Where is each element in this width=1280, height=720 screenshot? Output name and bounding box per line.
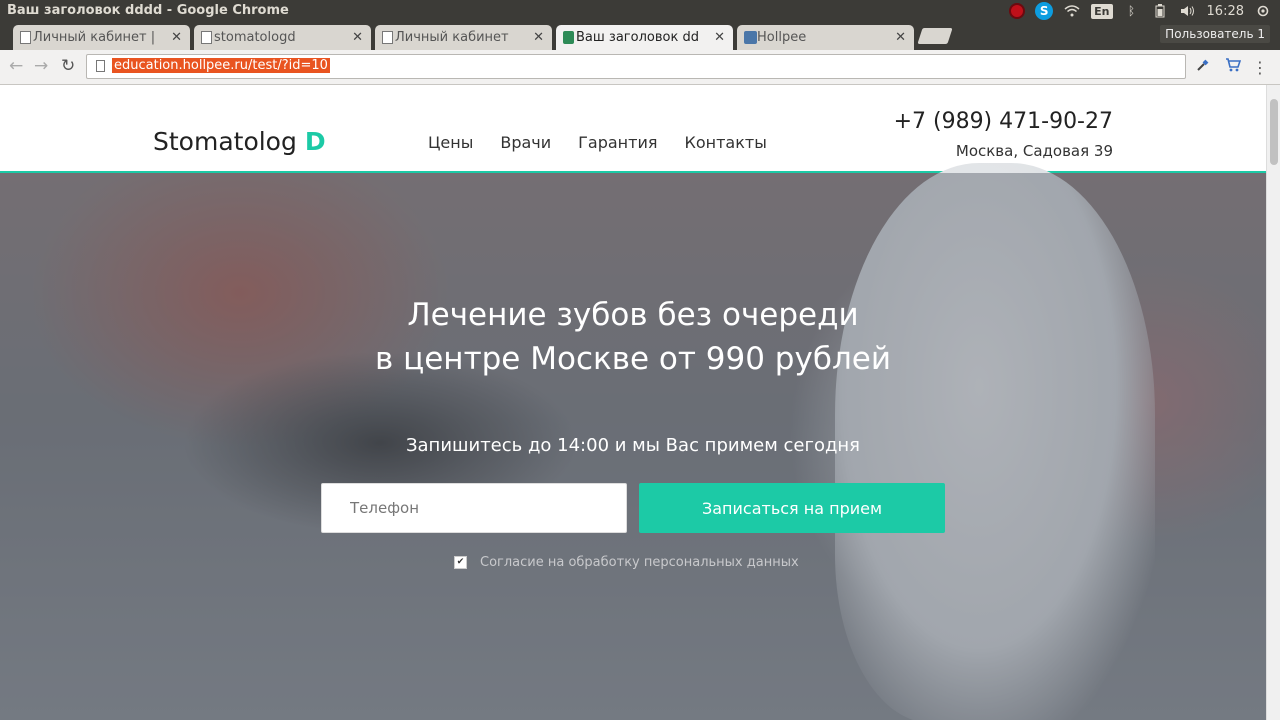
clock[interactable]: 16:28 (1207, 4, 1244, 19)
tab-label: Личный кабинет (395, 30, 509, 45)
tab-stomatologd[interactable]: stomatologd ✕ (194, 25, 371, 50)
page-favicon-icon (382, 31, 393, 44)
hero-title-line1: Лечение зубов без очереди (407, 297, 859, 333)
header-address: Москва, Садовая 39 (955, 142, 1113, 160)
nav-item-guarantee[interactable]: Гарантия (578, 133, 657, 152)
profile-button[interactable]: Пользователь 1 (1160, 25, 1270, 43)
cart-extension-icon[interactable] (1225, 58, 1242, 76)
site-header: Stomatolog D Цены Врачи Гарантия Контакт… (0, 85, 1266, 173)
hero-title: Лечение зубов без очереди в центре Москв… (0, 293, 1266, 381)
volume-icon[interactable] (1179, 2, 1197, 20)
tab-close-icon[interactable]: ✕ (352, 30, 363, 45)
tab-label: Ваш заголовок dd (576, 30, 699, 45)
wifi-icon[interactable] (1063, 2, 1081, 20)
window-title: Ваш заголовок dddd - Google Chrome (7, 3, 289, 18)
tab-personal-account-2[interactable]: Личный кабинет ✕ (375, 25, 552, 50)
forward-arrow-icon[interactable]: → (34, 56, 48, 76)
header-phone[interactable]: +7 (989) 471-90-27 (894, 109, 1113, 134)
browser-menu-icon[interactable]: ⋮ (1252, 58, 1268, 77)
site-favicon-icon (563, 31, 574, 44)
page-favicon-icon (201, 31, 212, 44)
consent-row: ✔ Согласие на обработку персональных дан… (454, 555, 799, 570)
tab-personal-account-1[interactable]: Личный кабинет | ✕ (13, 25, 190, 50)
tab-close-icon[interactable]: ✕ (714, 30, 725, 45)
page-favicon-icon (20, 31, 31, 44)
tab-close-icon[interactable]: ✕ (895, 30, 906, 45)
back-arrow-icon[interactable]: ← (9, 56, 23, 76)
tab-label: Hollpee (757, 30, 807, 45)
battery-icon[interactable] (1151, 2, 1169, 20)
tab-hollpee[interactable]: Hollpee ✕ (737, 25, 914, 50)
nav-item-doctors[interactable]: Врачи (500, 133, 551, 152)
power-settings-icon[interactable] (1254, 2, 1272, 20)
book-appointment-button[interactable]: Записаться на прием (639, 483, 945, 533)
page-info-icon[interactable] (96, 60, 105, 72)
system-tray: S En ᛒ 16:28 (1009, 0, 1272, 22)
hero-subtitle: Запишитесь до 14:00 и мы Вас примем сего… (405, 435, 861, 456)
consent-checkbox[interactable]: ✔ (454, 556, 467, 569)
page-scrollbar[interactable] (1266, 85, 1280, 720)
phone-input[interactable] (321, 483, 627, 533)
logo-text: Stomatolog (153, 127, 297, 156)
skype-icon[interactable]: S (1035, 2, 1054, 20)
logo-letter: D (304, 127, 326, 156)
vk-favicon-icon (744, 31, 757, 44)
new-tab-button[interactable] (917, 28, 953, 44)
tab-close-icon[interactable]: ✕ (171, 30, 182, 45)
site-logo[interactable]: Stomatolog D (153, 127, 326, 156)
keyboard-layout-indicator[interactable]: En (1091, 3, 1113, 19)
tab-close-icon[interactable]: ✕ (533, 30, 544, 45)
reload-icon[interactable]: ↻ (61, 56, 75, 76)
omnibox[interactable]: education.hollpee.ru/test/?id=10 (86, 54, 1186, 79)
record-indicator-icon[interactable] (1009, 3, 1026, 19)
os-top-bar: Ваш заголовок dddd - Google Chrome S En … (0, 0, 1280, 22)
tab-active-page[interactable]: Ваш заголовок dd ✕ (556, 25, 733, 50)
hero-section: Лечение зубов без очереди в центре Москв… (0, 163, 1266, 720)
nav-item-prices[interactable]: Цены (428, 133, 473, 152)
main-nav: Цены Врачи Гарантия Контакты (428, 133, 767, 152)
consent-label[interactable]: Согласие на обработку персональных данны… (480, 555, 799, 570)
web-page: Stomatolog D Цены Врачи Гарантия Контакт… (0, 85, 1266, 720)
url-text[interactable]: education.hollpee.ru/test/?id=10 (112, 58, 330, 73)
eyedropper-extension-icon[interactable] (1196, 58, 1210, 76)
nav-item-contacts[interactable]: Контакты (684, 133, 766, 152)
address-bar-row: ← → ↻ education.hollpee.ru/test/?id=10 ⋮ (0, 50, 1280, 85)
tab-label: Личный кабинет | (33, 30, 156, 45)
hero-title-line2: в центре Москве от 990 рублей (375, 341, 891, 377)
tab-strip: Личный кабинет | ✕ stomatologd ✕ Личный … (0, 22, 1280, 50)
tab-label: stomatologd (214, 30, 296, 45)
bluetooth-icon[interactable]: ᛒ (1123, 2, 1141, 20)
scrollbar-thumb[interactable] (1270, 99, 1278, 165)
